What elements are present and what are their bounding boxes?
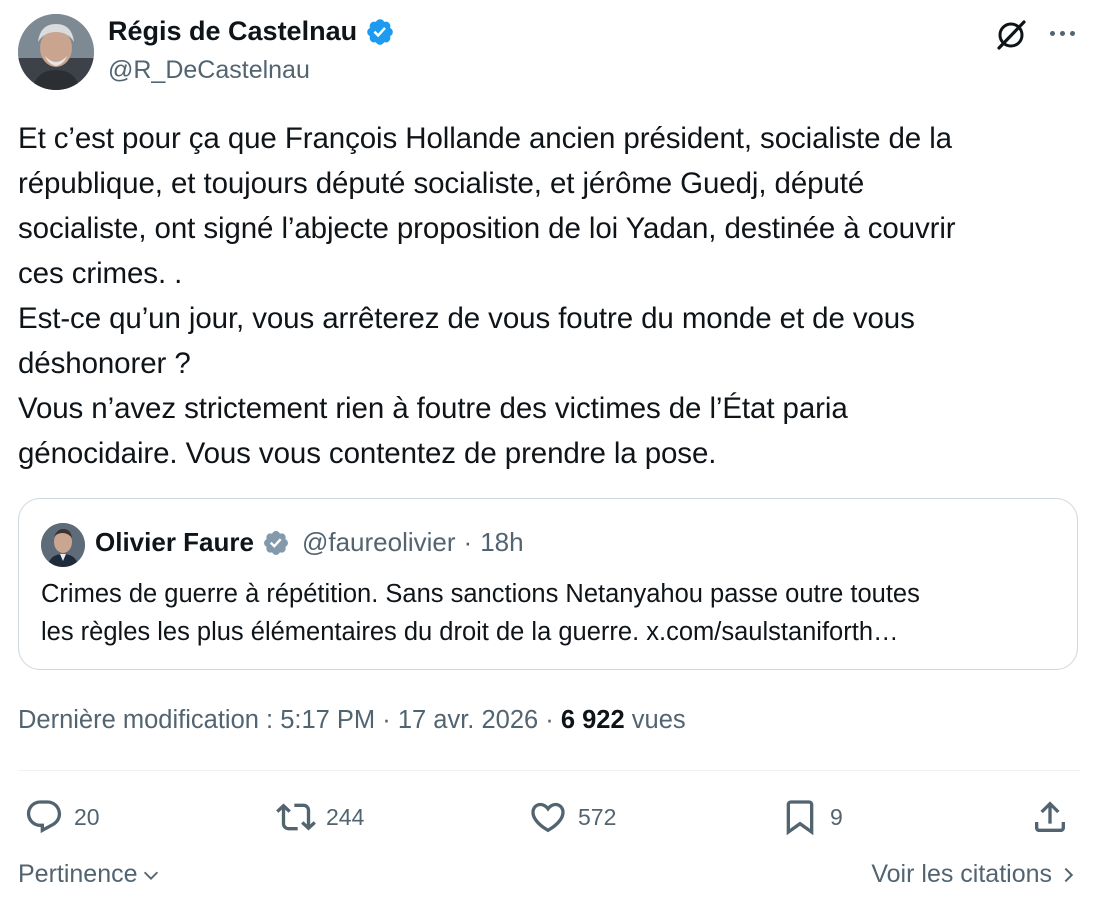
edited-timestamp[interactable]: Dernière modification : 5:17 PM · 17 avr… xyxy=(18,706,554,734)
tweet-meta: Dernière modification : 5:17 PM · 17 avr… xyxy=(18,706,686,735)
more-icon-dot xyxy=(1069,30,1075,36)
repost-icon xyxy=(276,803,316,831)
quoted-verified-badge-icon xyxy=(264,530,288,555)
author-name[interactable]: Régis de Castelnau xyxy=(108,16,395,47)
author-avatar[interactable] xyxy=(18,14,94,90)
share-button[interactable] xyxy=(1030,796,1070,838)
quoted-tweet-text: Crimes de guerre à répétition. Sans sanc… xyxy=(41,580,920,646)
tweet-text: Et c’est pour ça que François Hollande a… xyxy=(18,122,956,470)
more-icon-dot xyxy=(1049,30,1055,36)
sort-label: Pertinence xyxy=(18,860,138,888)
reply-button[interactable]: 20 xyxy=(24,796,100,838)
more-icon-dot xyxy=(1059,30,1065,36)
quoted-separator: · xyxy=(463,527,473,557)
like-count: 572 xyxy=(578,803,617,830)
quoted-timestamp[interactable]: 18h xyxy=(480,527,523,558)
share-icon xyxy=(1035,801,1065,832)
quoted-author-avatar[interactable] xyxy=(41,523,85,567)
sort-dropdown[interactable]: Pertinence xyxy=(18,860,162,889)
quoted-author-name[interactable]: Olivier Faure xyxy=(95,527,254,558)
views-label: vues xyxy=(631,706,686,734)
grok-icon xyxy=(997,20,1026,50)
grok-button[interactable] xyxy=(994,18,1028,52)
chevron-right-icon xyxy=(1064,867,1074,882)
like-button[interactable]: 572 xyxy=(528,796,616,838)
verified-badge-icon xyxy=(367,18,393,45)
reply-icon xyxy=(26,800,62,834)
bookmark-button[interactable]: 9 xyxy=(780,796,843,838)
bookmark-count: 9 xyxy=(830,803,843,830)
more-button[interactable] xyxy=(1044,18,1080,48)
repost-count: 244 xyxy=(326,803,365,830)
views-count: 6 922 xyxy=(560,706,625,734)
quoted-author-handle[interactable]: @faureolivier xyxy=(302,527,456,558)
repost-button[interactable]: 244 xyxy=(276,796,364,838)
quoted-header: Olivier Faure @faureolivier · 18h xyxy=(95,527,524,558)
quoted-tweet-card[interactable]: Olivier Faure @faureolivier · 18h Crimes… xyxy=(18,498,1078,670)
like-icon xyxy=(531,802,565,833)
view-quotes-link[interactable]: Voir les citations xyxy=(871,860,1076,889)
author-name-text[interactable]: Régis de Castelnau xyxy=(108,16,357,47)
divider xyxy=(18,770,1080,771)
author-handle[interactable]: @R_DeCastelnau xyxy=(108,56,310,85)
chevron-down-icon xyxy=(143,871,158,880)
bookmark-icon xyxy=(786,800,814,836)
view-quotes-label: Voir les citations xyxy=(871,860,1052,888)
reply-count: 20 xyxy=(74,803,100,830)
